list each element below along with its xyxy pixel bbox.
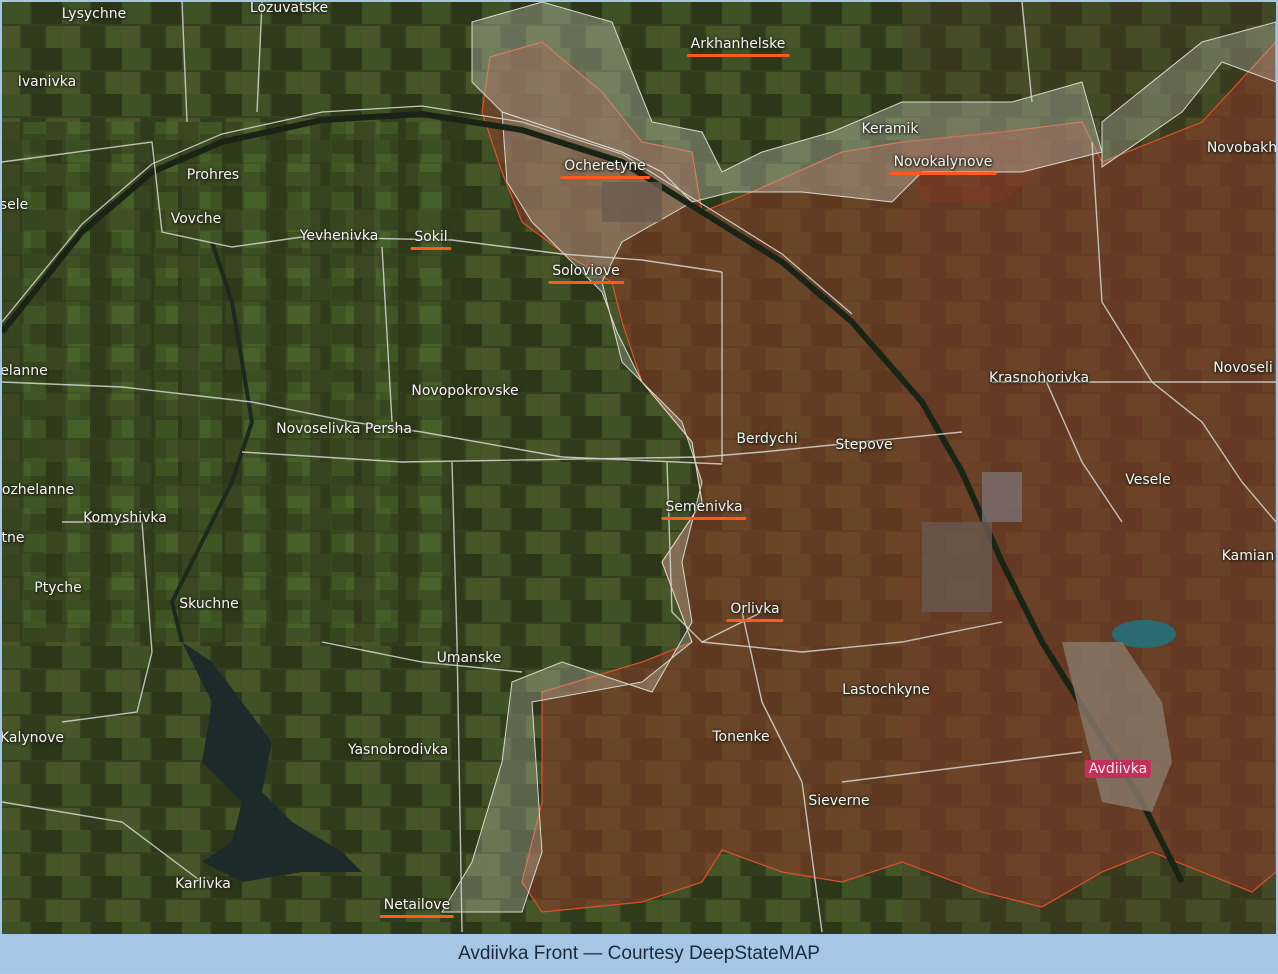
city-badge-avdiivka[interactable]: Avdiivka [1084,760,1152,778]
map-canvas [2,2,1276,934]
place-label-karlivka: Karlivka [175,876,231,892]
place-label-ozhelanne: ozhelanne [2,482,75,498]
place-label-lysychne: Lysychne [61,6,127,22]
place-label-elanne: elanne [2,363,48,379]
place-label-stepove: Stepove [835,437,893,453]
place-label-novobakh: Novobakh [1206,140,1276,156]
place-label-krasnohorivka: Krasnohorivka [988,370,1090,386]
place-label-vovche: Vovche [170,211,222,227]
place-label-novoselivka-persha: Novoselivka Persha [276,421,412,437]
place-label-kamian: Kamian [1221,548,1275,564]
place-label-prohres: Prohres [186,167,240,183]
place-label-keramik: Keramik [861,121,919,137]
place-label-ivanivka: Ivanivka [17,74,77,90]
place-label-lozuvatske: Lozuvatske [249,2,329,16]
place-label-berdychi: Berdychi [736,431,798,447]
place-label-umanske: Umanske [436,650,502,666]
place-label-semenivka: Semenivka [661,499,747,520]
place-label-ocheretyne: Ocheretyne [560,158,650,179]
place-label-novokalynove: Novokalynove [889,154,997,175]
satellite-map[interactable]: Lysychne Lozuvatske Arkhanhelske Ivanivk… [2,2,1276,934]
map-figure: Lysychne Lozuvatske Arkhanhelske Ivanivk… [0,0,1278,971]
place-label-vesele: Vesele [1125,472,1171,488]
place-label-yevhenivka: Yevhenivka [299,228,379,244]
place-label-netailove: Netailove [379,897,455,918]
place-label-yasnobrodivka: Yasnobrodivka [347,742,449,758]
place-label-skuchne: Skuchne [179,596,239,612]
place-label-solovіove: Solovіove [548,263,624,284]
place-label-novoseli: Novoseli [1213,360,1273,376]
place-label-sokil: Sokil [410,229,453,250]
figure-caption: Avdiivka Front — Courtesy DeepStateMAP [458,943,820,964]
place-label-arkhanhelske: Arkhanhelske [686,36,789,57]
place-label-sieverne: Sieverne [808,793,870,809]
place-label-komyshivka: Komyshivka [83,510,167,526]
place-label-novopokrovske: Novopokrovske [411,383,519,399]
place-label-tonenke: Tonenke [712,729,770,745]
place-label-orlivka: Orlivka [726,601,784,622]
place-label-tne: tne [2,530,25,546]
place-label-kalynove: Kalynove [2,730,65,746]
place-label-ptyche: Ptyche [34,580,82,596]
place-label-sele: sele [2,197,29,213]
place-label-lastochkyne: Lastochkyne [842,682,930,698]
